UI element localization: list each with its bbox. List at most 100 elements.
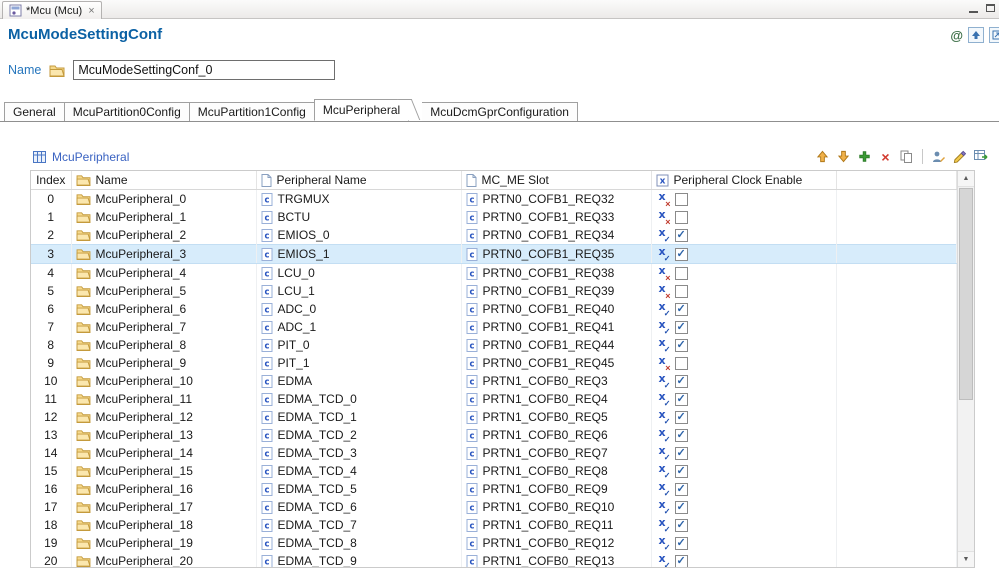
folder-icon <box>76 519 91 531</box>
clock-enable-checkbox[interactable] <box>674 410 688 424</box>
string-value-icon: c <box>466 554 478 567</box>
table-row[interactable]: 9 McuPeripheral_9 c PIT_1 c PRTN0_COFB1_… <box>31 354 957 372</box>
move-down-icon[interactable] <box>835 148 852 165</box>
cell-clock-enable <box>651 336 837 354</box>
string-value-icon: c <box>466 500 478 514</box>
clock-enable-checkbox[interactable] <box>674 428 688 442</box>
column-header-mcme-slot[interactable]: MC_ME Slot <box>461 171 652 190</box>
table-row[interactable]: 16 McuPeripheral_16 c EDMA_TCD_5 c PRTN1… <box>31 480 957 498</box>
cell-clock-enable <box>651 390 837 408</box>
table-row[interactable]: 5 McuPeripheral_5 c LCU_1 c PRTN0_COFB1_… <box>31 282 957 300</box>
cell-name-text: McuPeripheral_13 <box>95 428 193 442</box>
clock-enable-checkbox[interactable] <box>674 536 688 550</box>
copy-row-icon[interactable] <box>898 148 915 165</box>
tab-mcudcmgprconfiguration[interactable]: McuDcmGprConfiguration <box>422 102 578 121</box>
clock-enable-checkbox[interactable] <box>674 464 688 478</box>
clock-enable-checkbox[interactable] <box>674 518 688 532</box>
tab-mcupartition0config[interactable]: McuPartition0Config <box>63 102 190 121</box>
column-header-name[interactable]: Name <box>71 171 257 190</box>
table-row[interactable]: 20 McuPeripheral_20 c EDMA_TCD_9 c PRTN1… <box>31 552 957 567</box>
table-row[interactable]: 6 McuPeripheral_6 c ADC_0 c PRTN0_COFB1_… <box>31 300 957 318</box>
cell-name: McuPeripheral_6 <box>71 300 257 318</box>
table-row[interactable]: 7 McuPeripheral_7 c ADC_1 c PRTN0_COFB1_… <box>31 318 957 336</box>
table-row[interactable]: 14 McuPeripheral_14 c EDMA_TCD_3 c PRTN1… <box>31 444 957 462</box>
export-config-icon[interactable] <box>989 27 999 43</box>
clock-enable-checkbox[interactable] <box>674 228 688 242</box>
svg-text:c: c <box>469 359 474 369</box>
clock-enable-checkbox[interactable] <box>674 210 688 224</box>
string-value-icon: c <box>466 536 478 550</box>
editor-tab-mcu[interactable]: *Mcu (Mcu) × <box>2 1 102 19</box>
folder-icon <box>76 303 91 315</box>
cell-name: McuPeripheral_9 <box>71 354 257 372</box>
add-row-icon[interactable] <box>856 148 873 165</box>
tab-general[interactable]: General <box>4 102 65 121</box>
column-header-index[interactable]: Index <box>31 171 72 190</box>
clock-enable-checkbox[interactable] <box>674 554 688 567</box>
export-table-icon[interactable] <box>972 148 989 165</box>
clock-enable-checkbox[interactable] <box>674 266 688 280</box>
table-row[interactable]: 19 McuPeripheral_19 c EDMA_TCD_8 c PRTN1… <box>31 534 957 552</box>
cell-name-text: McuPeripheral_8 <box>95 338 187 352</box>
column-header-peripheral-name[interactable]: Peripheral Name <box>256 171 462 190</box>
clock-enable-checkbox[interactable] <box>674 356 688 370</box>
clock-enable-checkbox[interactable] <box>674 446 688 460</box>
column-header-clock-enable[interactable]: x Peripheral Clock Enable <box>651 171 837 190</box>
table-row[interactable]: 4 McuPeripheral_4 c LCU_0 c PRTN0_COFB1_… <box>31 263 957 282</box>
show-description-icon[interactable]: @ <box>950 28 963 43</box>
table-row[interactable]: 8 McuPeripheral_8 c PIT_0 c PRTN0_COFB1_… <box>31 336 957 354</box>
cell-peripheral-text: EDMA_TCD_7 <box>277 518 357 532</box>
tab-mcuperipheral[interactable]: McuPeripheral <box>313 99 410 121</box>
clock-enable-checkbox[interactable] <box>674 338 688 352</box>
scrollbar-thumb[interactable] <box>959 188 973 400</box>
svg-text:c: c <box>469 231 474 241</box>
string-value-icon: c <box>466 392 478 406</box>
clock-enable-checkbox[interactable] <box>674 320 688 334</box>
string-value-icon: c <box>466 356 478 370</box>
string-value-icon: c <box>466 247 478 261</box>
minimize-icon[interactable] <box>969 11 978 13</box>
delete-row-icon[interactable]: × <box>877 148 894 165</box>
clock-enable-checkbox[interactable] <box>674 482 688 496</box>
table-row[interactable]: 13 McuPeripheral_13 c EDMA_TCD_2 c PRTN1… <box>31 426 957 444</box>
table-row[interactable]: 11 McuPeripheral_11 c EDMA_TCD_0 c PRTN1… <box>31 390 957 408</box>
clock-enable-checkbox[interactable] <box>674 284 688 298</box>
cell-slot-text: PRTN0_COFB1_REQ35 <box>482 247 615 261</box>
table-row[interactable]: 2 McuPeripheral_2 c EMIOS_0 c PRTN0_COFB… <box>31 226 957 245</box>
vertical-scrollbar[interactable]: ▲ ▼ <box>957 171 974 567</box>
svg-text:c: c <box>264 395 269 405</box>
cell-slot: c PRTN1_COFB0_REQ4 <box>461 390 652 408</box>
table-row[interactable]: 10 McuPeripheral_10 c EDMA c PRTN1_COFB0… <box>31 372 957 390</box>
table-row[interactable]: 18 McuPeripheral_18 c EDMA_TCD_7 c PRTN1… <box>31 516 957 534</box>
scroll-up-icon[interactable]: ▲ <box>958 171 974 187</box>
rename-icon[interactable] <box>930 148 947 165</box>
close-tab-icon[interactable]: × <box>88 5 94 16</box>
scroll-down-icon[interactable]: ▼ <box>958 551 974 567</box>
clock-enable-checkbox[interactable] <box>674 500 688 514</box>
maximize-icon[interactable] <box>986 4 995 12</box>
collapse-all-icon[interactable] <box>968 27 984 43</box>
table-row[interactable]: 15 McuPeripheral_15 c EDMA_TCD_4 c PRTN1… <box>31 462 957 480</box>
table-row[interactable]: 17 McuPeripheral_17 c EDMA_TCD_6 c PRTN1… <box>31 498 957 516</box>
value-origin-icon <box>656 282 671 300</box>
cell-name-text: McuPeripheral_0 <box>95 192 187 206</box>
clock-enable-checkbox[interactable] <box>674 192 688 206</box>
table-row[interactable]: 0 McuPeripheral_0 c TRGMUX c PRTN0_COFB1… <box>31 189 957 208</box>
clock-enable-checkbox[interactable] <box>674 247 688 261</box>
name-input[interactable] <box>73 60 336 80</box>
table-row[interactable]: 12 McuPeripheral_12 c EDMA_TCD_1 c PRTN1… <box>31 408 957 426</box>
edit-cell-icon[interactable] <box>951 148 968 165</box>
string-value-icon: c <box>261 228 273 242</box>
cell-clock-enable <box>651 189 837 208</box>
view-controls <box>969 3 995 13</box>
cell-name: McuPeripheral_17 <box>71 498 257 516</box>
clock-enable-checkbox[interactable] <box>674 374 688 388</box>
tab-mcupartition1config[interactable]: McuPartition1Config <box>188 102 315 121</box>
table-row[interactable]: 3 McuPeripheral_3 c EMIOS_1 c PRTN0_COFB… <box>31 244 957 264</box>
cell-peripheral: c EMIOS_0 <box>256 226 462 245</box>
move-up-icon[interactable] <box>814 148 831 165</box>
table-caption[interactable]: McuPeripheral <box>52 150 129 164</box>
clock-enable-checkbox[interactable] <box>674 392 688 406</box>
clock-enable-checkbox[interactable] <box>674 302 688 316</box>
table-row[interactable]: 1 McuPeripheral_1 c BCTU c PRTN0_COFB1_R… <box>31 208 957 226</box>
